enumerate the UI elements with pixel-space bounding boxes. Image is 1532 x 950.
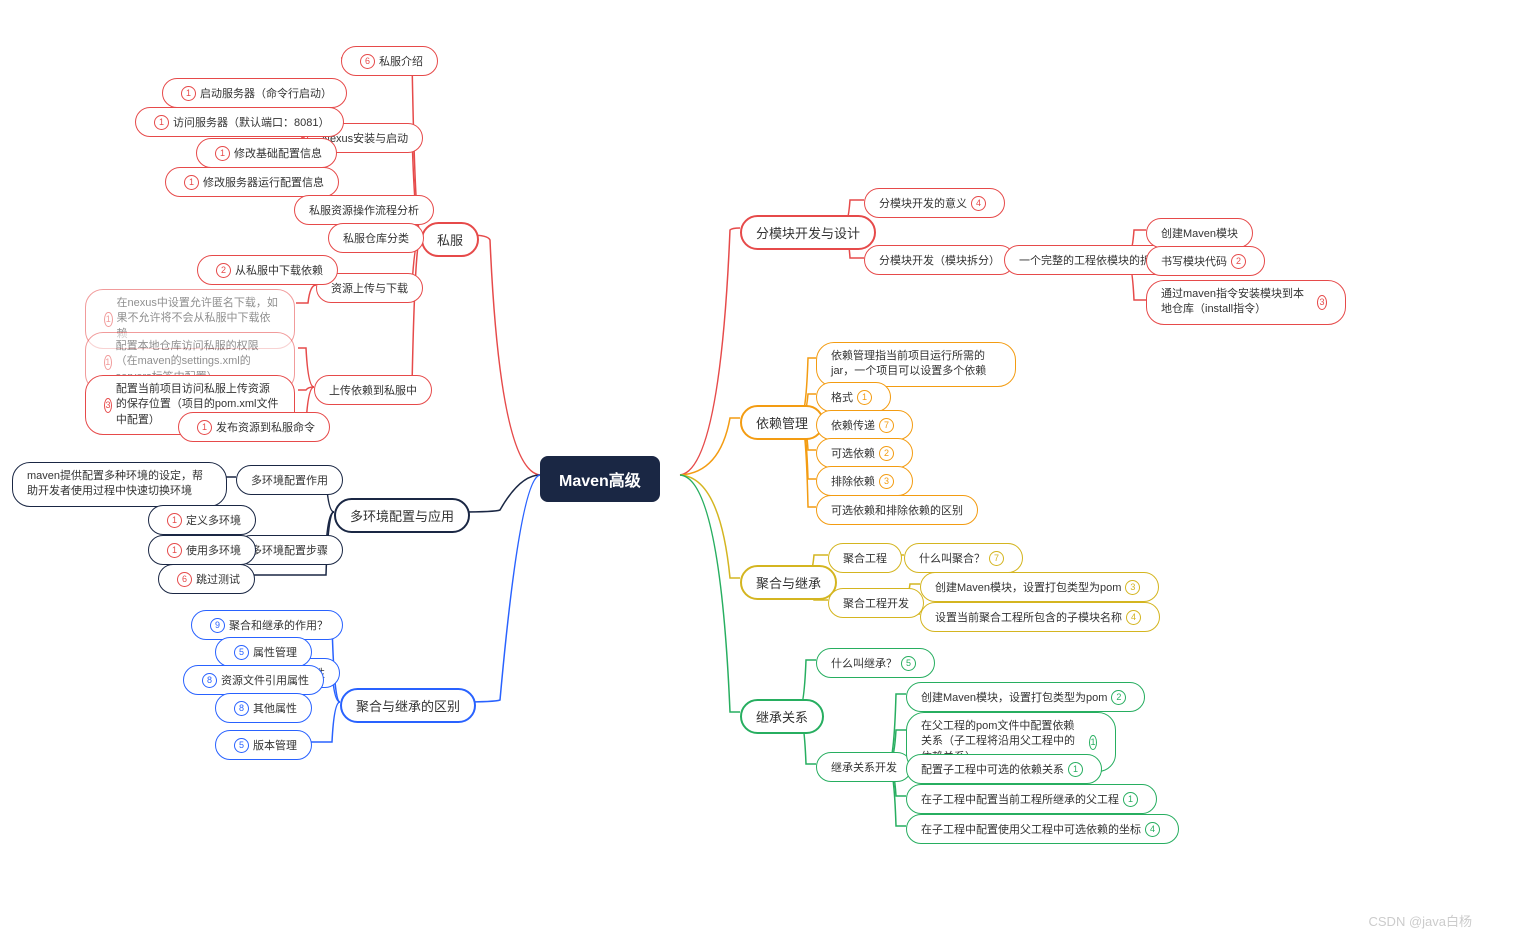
dep-trans[interactable]: 依赖传递7 <box>816 410 913 440</box>
root-node[interactable]: Maven高级 <box>540 456 660 502</box>
multi-env[interactable]: 多环境配置与应用 <box>334 498 470 533</box>
inh-child-parent[interactable]: 在子工程中配置当前工程所继承的父工程1 <box>906 784 1157 814</box>
env-use[interactable]: 1使用多环境 <box>148 535 256 565</box>
attr-other[interactable]: 8其他属性 <box>215 693 312 723</box>
diff-purpose[interactable]: 9聚合和继承的作用？ <box>191 610 343 640</box>
ps-intro[interactable]: 6私服介绍 <box>341 46 438 76</box>
dep-format[interactable]: 格式1 <box>816 382 891 412</box>
inh-dev[interactable]: 继承关系开发 <box>816 752 912 782</box>
nexus-access[interactable]: 1访问服务器（默认端口：8081） <box>135 107 344 137</box>
dep-excl[interactable]: 排除依赖3 <box>816 466 913 496</box>
agg-dev[interactable]: 聚合工程开发 <box>828 588 924 618</box>
inh-child-coord[interactable]: 在子工程中配置使用父工程中可选依赖的坐标4 <box>906 814 1179 844</box>
mod-dev[interactable]: 分模块开发（模块拆分） <box>864 245 1015 275</box>
private-server[interactable]: 私服 <box>421 222 479 257</box>
watermark: CSDN @java白杨 <box>1369 911 1473 930</box>
dep-diff[interactable]: 可选依赖和排除依赖的区别 <box>816 495 978 525</box>
attr-resource[interactable]: 8资源文件引用属性 <box>183 665 324 695</box>
env-purpose[interactable]: 多环境配置作用 <box>236 465 343 495</box>
env-desc[interactable]: maven提供配置多种环境的设定，帮助开发者使用过程中快速切换环境 <box>12 462 227 507</box>
env-skip[interactable]: 6跳过测试 <box>158 564 255 594</box>
diff[interactable]: 聚合与继承的区别 <box>340 688 476 723</box>
ps-upload[interactable]: 上传依赖到私服中 <box>314 375 432 405</box>
ps-category[interactable]: 私服仓库分类 <box>328 223 424 253</box>
nexus-start[interactable]: 1启动服务器（命令行启动） <box>162 78 347 108</box>
mod-install[interactable]: 通过maven指令安装模块到本地仓库（install指令）3 <box>1146 280 1346 325</box>
modular[interactable]: 分模块开发与设计 <box>740 215 876 250</box>
ps-download[interactable]: 2从私服中下载依赖 <box>197 255 338 285</box>
attr-manage[interactable]: 5属性管理 <box>215 637 312 667</box>
diff-version[interactable]: 5版本管理 <box>215 730 312 760</box>
aggregate[interactable]: 聚合与继承 <box>740 565 837 600</box>
nexus-modify-base[interactable]: 1修改基础配置信息 <box>196 138 337 168</box>
nexus-modify-run[interactable]: 1修改服务器运行配置信息 <box>165 167 339 197</box>
ps-flow[interactable]: 私服资源操作流程分析 <box>294 195 434 225</box>
dep-desc[interactable]: 依赖管理指当前项目运行所需的jar，一个项目可以设置多个依赖 <box>816 342 1016 387</box>
agg-set[interactable]: 设置当前聚合工程所包含的子模块名称4 <box>920 602 1160 632</box>
agg-create[interactable]: 创建Maven模块，设置打包类型为pom3 <box>920 572 1159 602</box>
agg-proj[interactable]: 聚合工程 <box>828 543 902 573</box>
mod-write[interactable]: 书写模块代码2 <box>1146 246 1265 276</box>
inh-child-opt[interactable]: 配置子工程中可选的依赖关系1 <box>906 754 1102 784</box>
agg-what[interactable]: 什么叫聚合？7 <box>904 543 1023 573</box>
dep-manage[interactable]: 依赖管理 <box>740 405 824 440</box>
dep-opt[interactable]: 可选依赖2 <box>816 438 913 468</box>
ps-publish[interactable]: 1发布资源到私服命令 <box>178 412 330 442</box>
inh-what[interactable]: 什么叫继承？5 <box>816 648 935 678</box>
mod-meaning[interactable]: 分模块开发的意义4 <box>864 188 1005 218</box>
inh-create[interactable]: 创建Maven模块，设置打包类型为pom2 <box>906 682 1145 712</box>
mod-create[interactable]: 创建Maven模块 <box>1146 218 1253 248</box>
env-define[interactable]: 1定义多环境 <box>148 505 256 535</box>
inherit[interactable]: 继承关系 <box>740 699 824 734</box>
